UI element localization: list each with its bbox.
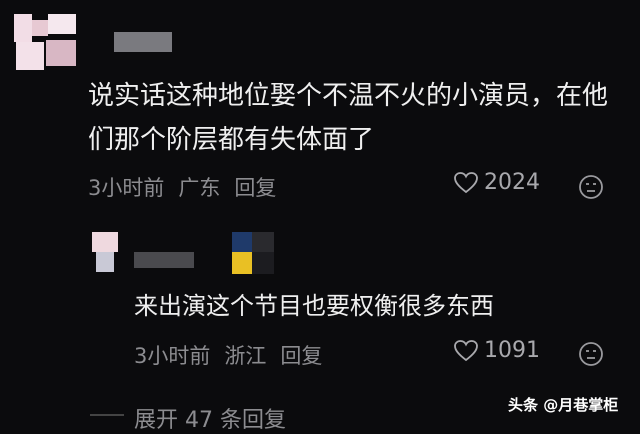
expand-replies-button[interactable]: 展开 47 条回复 <box>134 402 286 434</box>
reply-meta: 3小时前 浙江 回复 <box>134 340 336 370</box>
reply-button[interactable]: 回复 <box>280 344 322 368</box>
reply-username-redacted[interactable] <box>134 252 194 268</box>
comment-meta: 3小时前 广东 回复 <box>88 172 290 202</box>
avatar[interactable] <box>14 14 76 70</box>
heart-icon <box>454 171 478 193</box>
reply-location: 浙江 <box>224 344 267 368</box>
reply-avatar[interactable] <box>92 232 118 272</box>
username-redacted[interactable] <box>114 32 172 52</box>
comment-text: 说实话这种地位娶个不温不火的小演员，在他们那个阶层都有失体面了 <box>88 81 609 155</box>
divider <box>90 414 124 416</box>
reply-time: 3小时前 <box>134 344 211 368</box>
like-button[interactable]: 1091 <box>454 338 540 363</box>
comment-location: 广东 <box>178 176 221 200</box>
replied-to-avatar[interactable] <box>232 232 274 276</box>
heart-icon <box>454 339 478 361</box>
watermark: 头条 @月巷掌柜 <box>508 396 619 414</box>
like-count: 2024 <box>484 170 540 195</box>
like-button[interactable]: 2024 <box>454 170 540 195</box>
comment-time: 3小时前 <box>88 176 165 200</box>
reply-text: 来出演这个节目也要权衡很多东西 <box>134 292 494 320</box>
emoji-icon[interactable] <box>578 341 604 367</box>
reply-button[interactable]: 回复 <box>234 176 276 200</box>
like-count: 1091 <box>484 338 540 363</box>
emoji-icon[interactable] <box>578 174 604 200</box>
